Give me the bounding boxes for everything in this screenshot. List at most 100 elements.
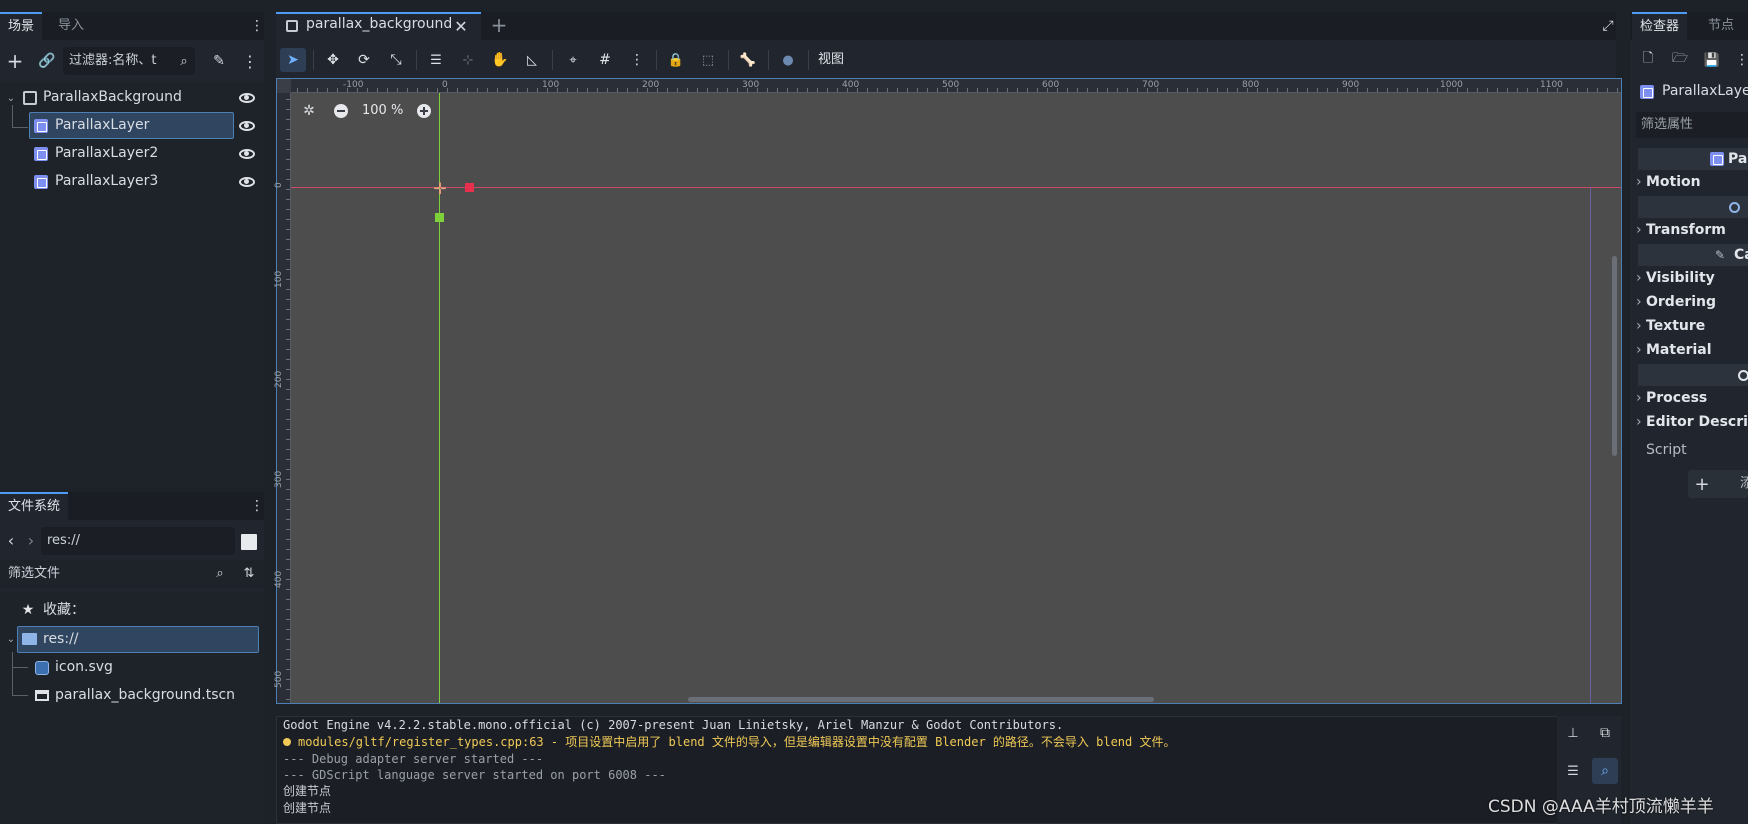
dock-menu-icon[interactable]: ⋮ — [250, 16, 264, 36]
tree-item-parallax-layer3[interactable]: ParallaxLayer3 — [55, 169, 158, 194]
file-filter-input[interactable]: 筛选文件 — [2, 560, 234, 588]
zoom-level[interactable]: 100 % — [362, 102, 403, 120]
watermark: CSDN @AAA羊村顶流懒羊羊 — [1488, 797, 1714, 817]
collapse-arrow-icon[interactable]: ⌄ — [4, 631, 18, 647]
view-menu-button[interactable]: 视图 — [818, 48, 844, 72]
property-filter-input[interactable]: 筛选属性 — [1641, 112, 1693, 138]
tree-line — [12, 105, 13, 128]
vertical-scrollbar[interactable] — [1612, 256, 1617, 456]
favorites-label[interactable]: 收藏： — [43, 598, 85, 623]
ruler-h-label: 800 — [1242, 80, 1260, 90]
add-node-icon[interactable]: + — [4, 49, 26, 73]
scene-file-icon — [35, 690, 49, 701]
lock-icon[interactable]: 🔒 — [663, 48, 689, 72]
chevron-right-icon: › — [1636, 318, 1642, 334]
snap-options-icon[interactable]: ⋮ — [624, 48, 650, 72]
scene-tab-label[interactable]: parallax_background — [306, 12, 452, 37]
file-item-icon-svg[interactable]: icon.svg — [55, 655, 113, 680]
y-axis-handle[interactable] — [435, 213, 444, 222]
tree-item-parallax-layer2[interactable]: ParallaxLayer2 — [55, 141, 158, 166]
link-icon[interactable]: 🔗 — [36, 50, 58, 72]
visibility-eye-icon[interactable] — [239, 177, 255, 187]
ruler-tool-icon[interactable]: ◺ — [519, 48, 545, 72]
section-transform[interactable]: › Transform — [1636, 218, 1726, 242]
tree-item-parallax-layer[interactable]: ParallaxLayer — [55, 113, 149, 138]
tab-scene[interactable]: 场景 — [0, 12, 43, 40]
tab-filesystem[interactable]: 文件系统 — [0, 492, 69, 520]
toolbar-separator — [728, 50, 729, 70]
tab-import[interactable]: 导入 — [50, 12, 92, 40]
open-icon[interactable]: 🗁 — [1670, 50, 1690, 70]
console-line: --- GDScript language server started on … — [283, 768, 666, 782]
section-label: Transform — [1646, 222, 1726, 238]
rotate-tool-icon[interactable]: ⟳ — [351, 48, 377, 72]
zoom-out-minus — [337, 110, 345, 112]
clear-output-icon[interactable]: ⊥ — [1562, 722, 1584, 744]
back-arrow-icon[interactable]: ‹ — [4, 530, 18, 550]
console-line: Godot Engine v4.2.2.stable.mono.official… — [283, 718, 1064, 732]
scene-menu-icon[interactable]: ⋮ — [240, 50, 260, 72]
new-resource-icon[interactable]: 🗋 — [1638, 50, 1658, 70]
viewport-canvas[interactable] — [277, 79, 1621, 703]
save-icon[interactable]: 💾 — [1702, 50, 1722, 70]
node-circle-icon — [1738, 370, 1748, 381]
x-axis-guide — [291, 187, 1621, 188]
close-icon[interactable]: ✕ — [452, 16, 470, 36]
camera-icon[interactable]: ● — [775, 48, 801, 72]
inspector-node-name[interactable]: ParallaxLayer — [1662, 79, 1748, 104]
move-tool-icon[interactable]: ✥ — [320, 48, 346, 72]
toolbar-separator — [768, 50, 769, 70]
x-axis-handle[interactable] — [465, 183, 474, 192]
bone-icon[interactable]: 🦴 — [735, 48, 761, 72]
tab-inspector[interactable]: 检查器 — [1632, 12, 1688, 40]
section-visibility[interactable]: › Visibility — [1636, 266, 1715, 290]
horizontal-scrollbar[interactable] — [688, 697, 1154, 702]
sort-icon[interactable]: ⇅ — [240, 564, 258, 582]
select-tool-icon[interactable]: ➤ — [280, 48, 306, 72]
collapse-arrow-icon[interactable]: ⌄ — [4, 90, 18, 106]
section-material[interactable]: › Material — [1636, 338, 1712, 362]
fullscreen-icon[interactable]: ⤢ — [1598, 16, 1618, 36]
collapse-output-icon[interactable]: ☰ — [1562, 760, 1584, 782]
toolbar-separator — [656, 50, 657, 70]
parallax-layer-icon — [34, 147, 48, 161]
section-editor-description[interactable]: › Editor Descrip — [1636, 410, 1748, 434]
path-input[interactable]: res:// — [41, 527, 235, 555]
grid-snap-icon[interactable]: # — [592, 48, 618, 72]
visibility-eye-icon[interactable] — [239, 121, 255, 131]
console-line: 创建节点 — [283, 784, 332, 798]
chevron-right-icon: › — [1636, 294, 1642, 310]
ruler-h-label: 300 — [742, 80, 760, 90]
chevron-right-icon: › — [1636, 270, 1642, 286]
forward-arrow-icon[interactable]: › — [24, 530, 38, 550]
ruler-v-label: 400 — [274, 570, 284, 588]
scale-tool-icon[interactable]: ⤡ — [383, 48, 409, 72]
inspector-menu-icon[interactable]: ⋮ — [1735, 50, 1748, 70]
copy-output-icon[interactable]: ⧉ — [1594, 722, 1616, 744]
section-ordering[interactable]: › Ordering — [1636, 290, 1716, 314]
add-scene-tab-icon[interactable]: + — [488, 13, 510, 37]
smart-snap-icon[interactable]: ⌖ — [560, 48, 586, 72]
ruler-h-label: 900 — [1342, 80, 1360, 90]
script-add-icon[interactable]: ✎ — [208, 50, 230, 72]
list-select-icon[interactable]: ☰ — [423, 48, 449, 72]
add-icon: + — [1694, 473, 1710, 495]
pivot-tool-icon[interactable]: ⊹ — [455, 48, 481, 72]
file-tree-root[interactable]: res:// — [43, 627, 79, 652]
split-view-icon[interactable] — [241, 534, 257, 550]
center-view-icon[interactable]: ✲ — [300, 101, 318, 121]
visibility-eye-icon[interactable] — [239, 149, 255, 159]
group-icon[interactable]: ⬚ — [695, 48, 721, 72]
pan-tool-icon[interactable]: ✋ — [487, 48, 513, 72]
section-motion[interactable]: › Motion — [1636, 170, 1701, 194]
section-process[interactable]: › Process — [1636, 386, 1707, 410]
visibility-eye-icon[interactable] — [239, 93, 255, 103]
ruler-v-label: 0 — [274, 182, 284, 188]
ruler-v-label: 100 — [274, 270, 284, 288]
dock-menu-icon[interactable]: ⋮ — [250, 496, 264, 516]
section-texture[interactable]: › Texture — [1636, 314, 1705, 338]
tab-node[interactable]: 节点 — [1700, 12, 1742, 40]
tree-item-root[interactable]: ParallaxBackground — [43, 85, 182, 110]
class-header-label: Pa — [1728, 151, 1748, 167]
file-item-scene[interactable]: parallax_background.tscn — [55, 683, 235, 708]
